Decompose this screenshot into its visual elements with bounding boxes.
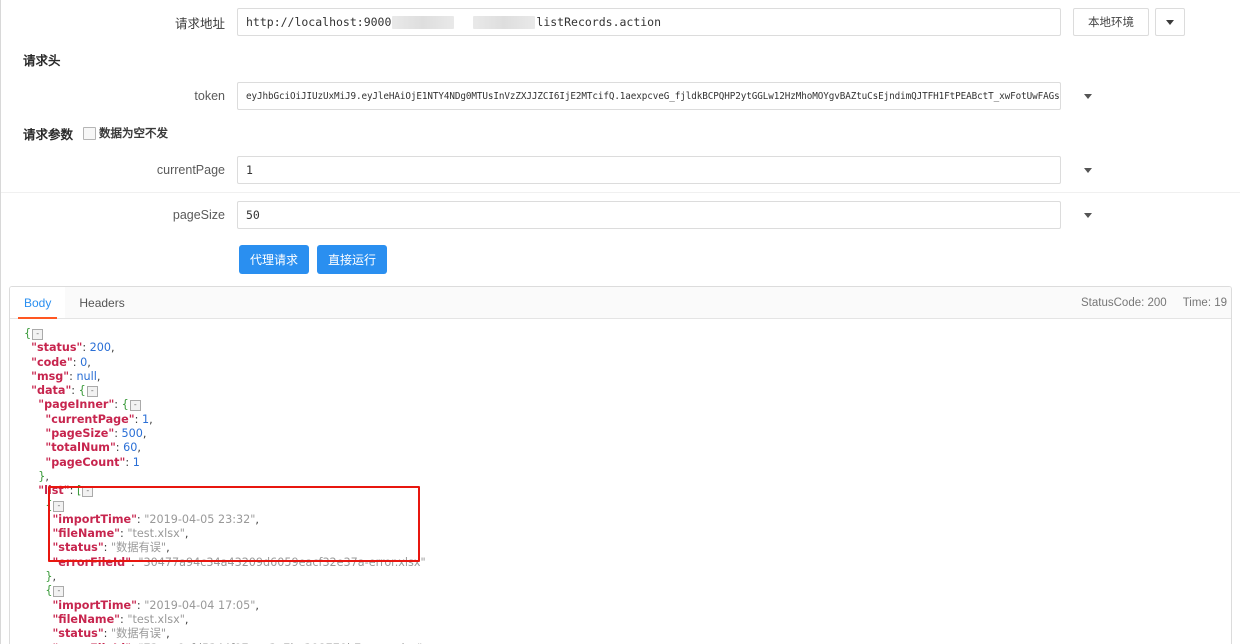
environment-selector[interactable]: 本地环境 [1073,8,1185,36]
url-redacted-segment-1 [392,15,455,29]
param-label-currentPage: currentPage [156,163,225,177]
json-line-pagecount: "pageCount": 1 [45,455,140,469]
tab-body[interactable]: Body [10,287,66,319]
json-line-msg: "msg": null, [31,369,101,383]
token-input[interactable]: eyJhbGciOiJIUzUxMiJ9.eyJleHAiOjE1NTY4NDg… [237,82,1061,110]
json-line-pageinner-open: "pageInner": {- [24,398,1231,412]
environment-value[interactable]: 本地环境 [1073,8,1149,36]
json-line-pageinner-close: }, [38,469,49,483]
json-line-item1-open: {- [24,584,1231,598]
request-form: 请求地址 http://localhost:9000 listRecords.ac… [1,0,1240,274]
response-json-viewer: {- "status": 200, "code": 0, "msg": null… [10,319,1231,644]
json-line-code: "code": 0, [31,355,91,369]
json-line-item0-importtime: "importTime": "2019-04-05 23:32", [52,512,259,526]
fold-toggle-icon[interactable]: - [86,386,98,398]
direct-run-button[interactable]: 直接运行 [317,245,388,274]
response-panel: Body Headers StatusCode: 200 Time: 19 {-… [9,286,1232,644]
json-line-pagesize: "pageSize": 500, [45,427,147,441]
json-line-item1-importtime: "importTime": "2019-04-04 17:05", [52,598,259,612]
param-options-dropdown-currentPage[interactable] [1071,167,1105,173]
json-line-item0-status: "status": "数据有误", [52,541,170,555]
request-params-section-header: 请求参数 数据为空不发 [1,118,1240,148]
request-url-row: 请求地址 http://localhost:9000 listRecords.ac… [1,0,1240,44]
proxy-request-button[interactable]: 代理请求 [239,245,310,274]
request-url-input[interactable]: http://localhost:9000 listRecords.action [237,8,1061,36]
url-suffix-text: listRecords.action [536,15,662,29]
skip-empty-data-checkbox[interactable] [83,126,97,140]
json-line-root-open: {- [24,327,1231,341]
skip-empty-data-label: 数据为空不发 [99,128,169,140]
json-line-status: "status": 200, [31,341,115,355]
response-tab-bar: Body Headers StatusCode: 200 Time: 19 [10,287,1231,319]
request-headers-title: 请求头 [23,53,61,68]
chevron-down-icon [1084,212,1092,218]
param-input-currentPage[interactable]: 1 [237,156,1061,184]
json-line-currentpage: "currentPage": 1, [45,412,153,426]
request-params-title: 请求参数 [23,127,74,142]
param-row-pageSize: pageSize 50 [1,193,1240,237]
token-label: token [194,89,225,103]
json-line-list-open: "list": [- [24,484,1231,498]
request-header-token-row: token eyJhbGciOiJIUzUxMiJ9.eyJleHAiOjE1N… [1,74,1240,118]
json-line-data-open: "data": {- [24,384,1231,398]
token-options-dropdown[interactable] [1071,93,1105,99]
action-buttons: 代理请求 直接运行 [1,245,1240,274]
param-label-pageSize: pageSize [172,208,225,222]
fold-toggle-icon[interactable]: - [129,400,141,412]
json-line-item0-close: }, [45,570,57,584]
request-headers-section-header: 请求头 [1,44,1240,74]
json-line-item1-filename: "fileName": "test.xlsx", [52,612,189,626]
json-line-totalnum: "totalNum": 60, [45,441,141,455]
json-line-item0-filename: "fileName": "test.xlsx", [52,527,189,541]
response-meta: StatusCode: 200 Time: 19 [1065,287,1231,318]
response-time-text: Time: 19 [1182,296,1227,309]
request-url-label: 请求地址 [174,16,225,31]
skip-empty-data-checkbox-wrap[interactable]: 数据为空不发 [83,125,168,141]
chevron-down-icon [1166,19,1174,25]
environment-dropdown-button[interactable] [1155,8,1185,36]
tab-headers[interactable]: Headers [65,287,138,318]
status-code-text: StatusCode: 200 [1081,296,1167,309]
fold-toggle-icon[interactable]: - [53,500,65,512]
api-debug-page: 请求地址 http://localhost:9000 listRecords.ac… [0,0,1240,644]
fold-toggle-icon[interactable]: - [82,486,94,498]
json-line-item1-status: "status": "数据有误", [52,627,170,641]
param-input-pageSize[interactable]: 50 [237,201,1061,229]
param-options-dropdown-pageSize[interactable] [1071,212,1105,218]
fold-toggle-icon[interactable]: - [53,586,65,598]
fold-toggle-icon[interactable]: - [32,329,44,340]
chevron-down-icon [1084,167,1092,173]
json-line-item0-open: {- [24,499,1231,513]
url-redacted-segment-2 [473,15,536,29]
param-row-currentPage: currentPage 1 [1,148,1240,193]
json-line-item0-errorfileid: "errorFileId": "30477a94c34a43209d6059ea… [52,555,426,569]
url-prefix-text: http://localhost:9000 [246,15,392,29]
chevron-down-icon [1084,93,1092,99]
